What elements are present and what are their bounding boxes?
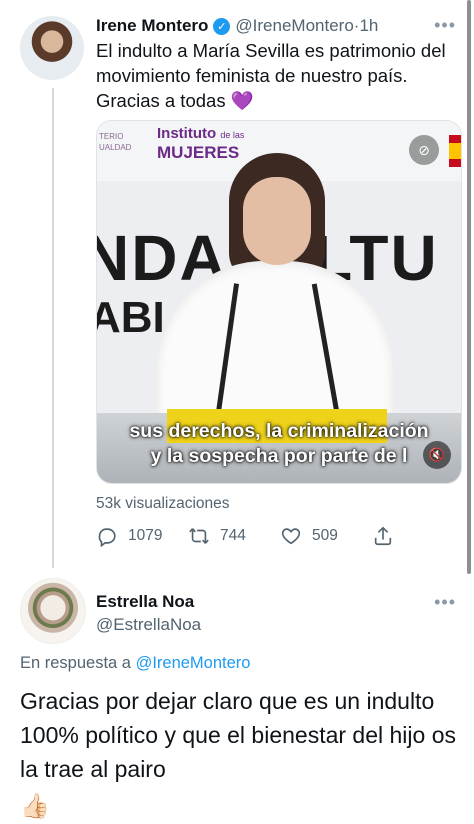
tweet-video[interactable]: TERIO UALDAD Instituto de las MUJERES ⊘ …: [96, 120, 462, 484]
reply-text: Gracias por dejar claro que es un indult…: [20, 688, 457, 782]
thumbs-up-emoji: 👍🏻: [20, 793, 50, 820]
like-count: 509: [312, 527, 338, 544]
logo-line1: Instituto: [157, 125, 217, 142]
more-dots-icon[interactable]: •••: [434, 15, 456, 36]
scrollbar[interactable]: [467, 0, 471, 574]
purple-heart-emoji: 💜: [230, 90, 254, 111]
reply-more-dots-icon[interactable]: •••: [434, 592, 456, 613]
mute-volume-icon[interactable]: 🔇: [423, 441, 451, 469]
reply-button[interactable]: 1079: [96, 522, 162, 550]
speaker-face: [243, 177, 311, 265]
reply-count: 1079: [128, 527, 163, 544]
author-handle[interactable]: @IreneMontero: [235, 16, 353, 36]
reply-author-name[interactable]: Estrella Noa: [96, 592, 194, 612]
ministry-logo-text: TERIO UALDAD: [99, 132, 132, 152]
verified-badge-icon: ✓: [213, 17, 231, 35]
like-button[interactable]: 509: [280, 522, 338, 550]
logo-line2: MUJERES: [157, 143, 240, 162]
share-button[interactable]: [372, 522, 404, 550]
spain-flag-icon: [449, 135, 461, 167]
reply-author-handle[interactable]: @EstrellaNoa: [96, 615, 201, 635]
reply-icon: [98, 528, 116, 547]
tweet-time[interactable]: 1h: [359, 16, 378, 36]
tweet-text: El indulto a María Sevilla es patrimonio…: [96, 38, 460, 113]
subtitle-line-1: sus derechos, la criminalización: [129, 420, 429, 442]
tweet-actions: 1079 744 509: [96, 522, 396, 550]
instituto-mujeres-logo: Instituto de las MUJERES: [157, 125, 244, 162]
in-reply-mention-link[interactable]: @IreneMontero: [136, 654, 251, 672]
retweet-button[interactable]: 744: [188, 522, 246, 550]
in-reply-prefix: En respuesta a: [20, 654, 136, 672]
retweet-icon: [189, 528, 209, 544]
captions-off-icon[interactable]: ⊘: [409, 135, 439, 165]
tweet-header: Irene Montero ✓ @IreneMontero · 1h: [96, 14, 462, 38]
logo-line1-suffix: de las: [220, 130, 245, 140]
author-name[interactable]: Irene Montero: [96, 16, 208, 36]
share-icon: [374, 526, 392, 546]
heart-icon: [281, 528, 301, 545]
view-count: 53k visualizaciones: [96, 495, 230, 512]
video-subtitles: sus derechos, la criminalización y la so…: [97, 419, 461, 469]
reply-author-avatar[interactable]: [20, 578, 86, 644]
retweet-count: 744: [220, 527, 246, 544]
thread-connector-line: [52, 88, 54, 568]
tweet-body: El indulto a María Sevilla es patrimonio…: [96, 40, 446, 111]
in-reply-to: En respuesta a @IreneMontero: [20, 654, 250, 673]
subtitle-line-2: y la sospecha por parte de l: [150, 445, 408, 467]
author-avatar[interactable]: [20, 16, 84, 80]
